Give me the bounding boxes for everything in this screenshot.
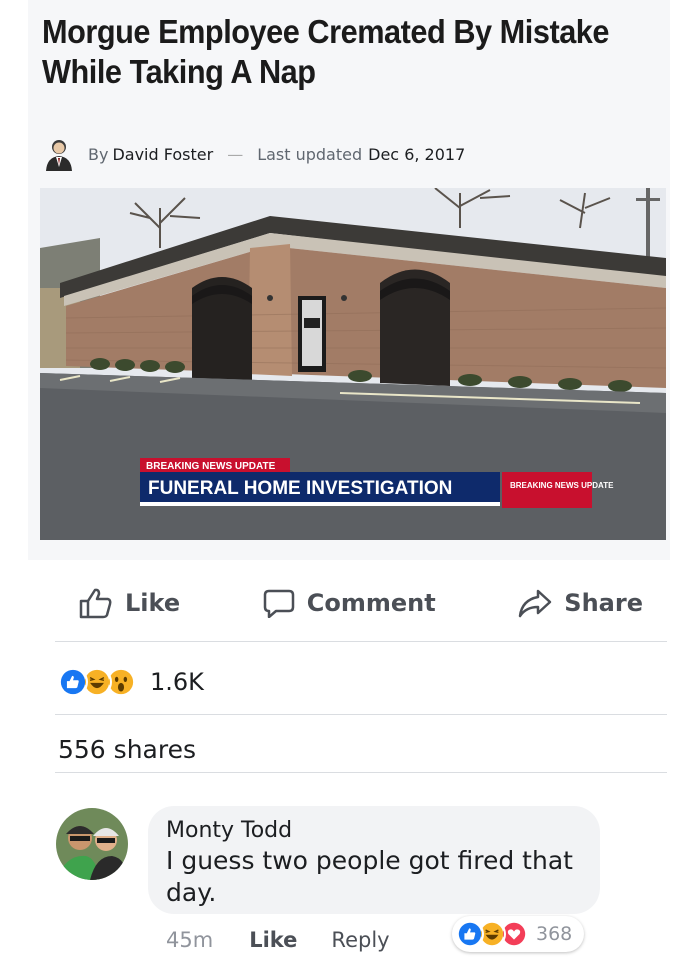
funeral-home-image: BREAKING NEWS UPDATE FUNERAL HOME INVEST… (40, 188, 666, 540)
thumbs-up-icon (79, 588, 112, 619)
shares-count[interactable]: 556 shares (58, 735, 196, 764)
share-button[interactable]: Share (494, 588, 667, 618)
like-icon (456, 920, 484, 948)
divider (55, 772, 667, 773)
banner-logo-text: BREAKING NEWS UPDATE (510, 481, 614, 490)
author-name[interactable]: David Foster (112, 145, 213, 164)
share-label: Share (564, 589, 643, 617)
comment-reaction-count: 368 (536, 923, 573, 945)
article-photo[interactable]: BREAKING NEWS UPDATE FUNERAL HOME INVEST… (40, 188, 666, 540)
updated-label: Last updated (257, 144, 363, 164)
comment-reactions[interactable]: 368 (452, 916, 585, 952)
comment-bubble[interactable]: Monty Todd I guess two people got fired … (148, 806, 600, 914)
comment-reply-button[interactable]: Reply (331, 928, 389, 952)
article-byline: By David Foster — Last updated Dec 6, 20… (42, 136, 662, 172)
comment-button[interactable]: Comment (239, 588, 460, 618)
divider (55, 641, 667, 642)
byline-prefix: By (88, 144, 109, 164)
commenter-photo (56, 808, 128, 880)
banner-top-text: BREAKING NEWS UPDATE (146, 461, 276, 472)
article-headline[interactable]: Morgue Employee Cremated By Mistake Whil… (42, 12, 619, 92)
article-preview-card[interactable]: Morgue Employee Cremated By Mistake Whil… (28, 0, 670, 560)
commenter-name[interactable]: Monty Todd (166, 818, 582, 843)
commenter-avatar[interactable] (56, 808, 128, 880)
banner-main-text: FUNERAL HOME INVESTIGATION (148, 478, 452, 499)
like-label: Like (125, 589, 181, 617)
like-icon (58, 667, 88, 697)
updated-date: Dec 6, 2017 (368, 144, 466, 164)
comment-meta: 45m Like Reply (166, 928, 390, 952)
like-button[interactable]: Like (55, 587, 204, 619)
comment-text: I guess two people got fired that day. (166, 846, 573, 907)
speech-bubble-icon (263, 589, 294, 618)
share-arrow-icon (519, 589, 552, 618)
reactions-summary[interactable]: 1.6K (58, 662, 204, 702)
divider (55, 714, 667, 715)
post-action-bar: Like Comment Share (55, 574, 667, 632)
author-avatar (46, 140, 72, 171)
comment-like-button[interactable]: Like (249, 928, 297, 952)
comment-label: Comment (306, 589, 436, 617)
byline-separator: — (227, 144, 244, 164)
comment-time[interactable]: 45m (166, 928, 213, 952)
reaction-count: 1.6K (150, 668, 204, 696)
